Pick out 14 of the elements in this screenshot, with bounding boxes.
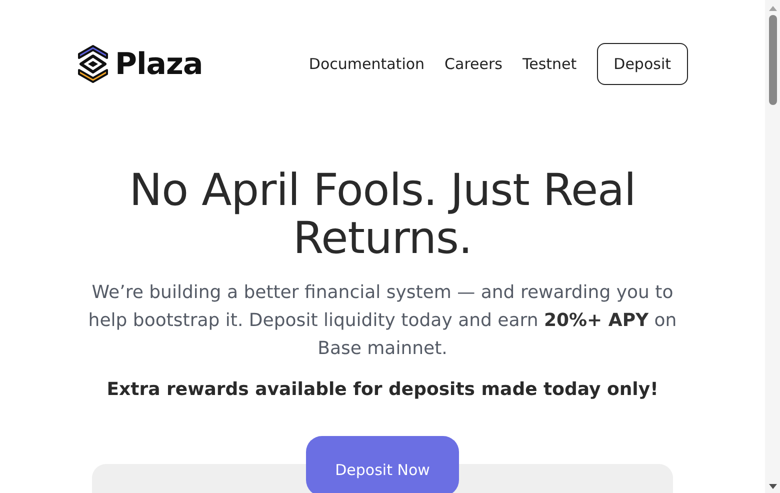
scroll-down-icon[interactable] [768,484,776,489]
hero-note: Extra rewards available for deposits made today only! [106,379,658,400]
logo-icon [77,44,109,84]
hero-title: No April Fools. Just Real Returns. [128,167,637,263]
scrollbar[interactable] [765,0,780,493]
brand-name[interactable]: Plaza [115,46,203,82]
scroll-up-icon[interactable] [768,6,776,11]
nav-link[interactable]: Testnet [522,55,577,73]
scrollbar-thumb[interactable] [768,15,776,105]
deposit-button[interactable]: Deposit [596,43,688,85]
nav-link[interactable]: Documentation [308,55,425,73]
deposit-now-button[interactable]: Deposit Now [306,436,459,493]
nav-link[interactable]: Careers [444,55,502,73]
hero-text: We’re building a better financial system — and rewarding you to help bootstrap it. Deposit liquidity today and earn 20%+ APY on Base mainnet. [87,281,678,361]
